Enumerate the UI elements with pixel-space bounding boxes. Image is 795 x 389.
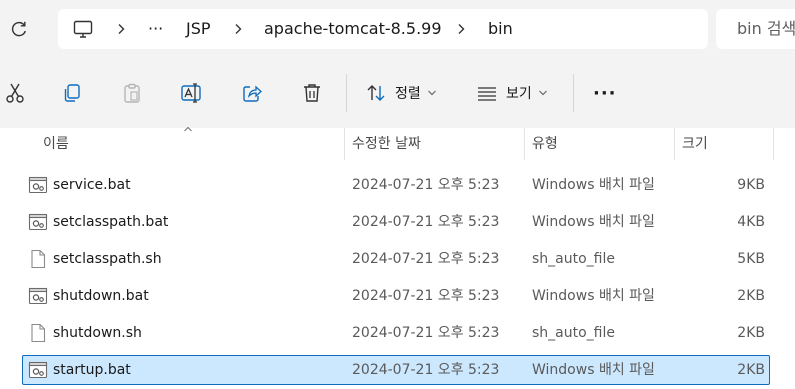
file-name: startup.bat xyxy=(53,362,131,378)
address-box[interactable]: ··· JSP apache-tomcat-8.5.99 bin xyxy=(58,9,708,49)
file-row[interactable]: setclasspath.sh 2024-07-21 오후 5:23 sh_auto… xyxy=(22,244,770,274)
chevron-right-icon xyxy=(235,24,242,34)
copy-icon xyxy=(64,84,80,102)
rename-button[interactable] xyxy=(177,78,207,108)
copy-button[interactable] xyxy=(57,78,87,108)
column-header-size[interactable]: 크기 xyxy=(682,128,708,160)
file-date-modified: 2024-07-21 오후 5:23 xyxy=(352,362,500,378)
column-header-name[interactable]: 이름 xyxy=(43,128,69,160)
file-size: 4KB xyxy=(737,214,765,230)
scissors-icon xyxy=(6,83,24,103)
column-header-row: 이름 수정한 날짜 유형 크기 xyxy=(0,126,795,160)
batch-file-icon xyxy=(28,176,48,194)
file-row[interactable]: shutdown.sh 2024-07-21 오후 5:23 sh_auto_fil… xyxy=(22,318,770,348)
breadcrumb-separator[interactable] xyxy=(116,9,126,49)
chevron-down-icon xyxy=(427,90,436,96)
file-type: Windows 배치 파일 xyxy=(532,214,655,230)
file-date-modified: 2024-07-21 오후 5:23 xyxy=(352,251,500,267)
view-button[interactable]: 보기 xyxy=(476,78,548,108)
refresh-button[interactable] xyxy=(6,16,32,42)
share-icon xyxy=(243,85,262,102)
file-size: 2KB xyxy=(737,288,765,304)
column-divider[interactable] xyxy=(773,128,774,160)
file-row[interactable]: setclasspath.bat 2024-07-21 오후 5:23 Window… xyxy=(22,207,770,237)
chevron-right-icon xyxy=(458,24,465,34)
delete-button[interactable] xyxy=(297,78,327,108)
clipboard-icon xyxy=(124,83,140,103)
file-size: 2KB xyxy=(737,325,765,341)
share-button[interactable] xyxy=(237,78,267,108)
breadcrumb-separator[interactable] xyxy=(233,9,243,49)
file-size: 2KB xyxy=(737,362,765,378)
breadcrumb-overflow[interactable]: ··· xyxy=(148,9,163,49)
more-options-button[interactable]: ··· xyxy=(593,78,617,108)
sort-ascending-icon xyxy=(184,126,192,132)
sort-icon xyxy=(367,85,385,101)
breadcrumb-separator[interactable] xyxy=(456,9,466,49)
breadcrumb-tomcat[interactable]: apache-tomcat-8.5.99 xyxy=(264,9,442,49)
sort-button[interactable]: 정렬 xyxy=(365,78,437,108)
address-bar-row: ··· JSP apache-tomcat-8.5.99 bin bin 검색 xyxy=(0,0,795,58)
this-pc-button[interactable] xyxy=(72,9,94,49)
computer-icon xyxy=(73,20,93,38)
file-size: 5KB xyxy=(737,251,765,267)
list-view-icon xyxy=(478,87,496,101)
toolbar-divider xyxy=(573,74,574,112)
chevron-right-icon xyxy=(118,24,125,34)
sort-label: 정렬 xyxy=(395,86,421,102)
file-name: shutdown.bat xyxy=(53,288,149,304)
file-name: service.bat xyxy=(53,177,131,193)
batch-file-icon xyxy=(28,213,48,231)
batch-file-icon xyxy=(28,287,48,305)
file-list: 이름 수정한 날짜 유형 크기 service.bat 2024-07-21 오후… xyxy=(0,126,795,389)
column-divider[interactable] xyxy=(344,128,345,160)
view-label: 보기 xyxy=(506,86,532,102)
chevron-down-icon xyxy=(538,90,547,96)
blank-file-icon xyxy=(31,249,46,269)
file-type: Windows 배치 파일 xyxy=(532,177,655,193)
command-bar: 정렬 보기 ··· xyxy=(0,58,795,128)
batch-file-icon xyxy=(28,361,48,379)
file-name: shutdown.sh xyxy=(53,325,142,341)
column-divider[interactable] xyxy=(524,128,525,160)
file-name: setclasspath.bat xyxy=(53,214,169,230)
blank-file-icon xyxy=(31,323,46,343)
file-row[interactable]: service.bat 2024-07-21 오후 5:23 Windows 배치 … xyxy=(22,170,770,200)
file-name: setclasspath.sh xyxy=(53,251,162,267)
file-date-modified: 2024-07-21 오후 5:23 xyxy=(352,325,500,341)
file-type: sh_auto_file xyxy=(532,251,615,267)
rename-icon xyxy=(181,83,201,103)
search-placeholder: bin 검색 xyxy=(737,19,795,38)
toolbar-divider xyxy=(346,74,347,112)
file-size: 9KB xyxy=(737,177,765,193)
file-row[interactable]: shutdown.bat 2024-07-21 오후 5:23 Windows 배치… xyxy=(22,281,770,311)
file-date-modified: 2024-07-21 오후 5:23 xyxy=(352,214,500,230)
cut-button[interactable] xyxy=(0,78,30,108)
refresh-icon xyxy=(11,21,26,37)
search-input[interactable]: bin 검색 xyxy=(716,9,795,49)
file-type: sh_auto_file xyxy=(532,325,615,341)
paste-button[interactable] xyxy=(117,78,147,108)
column-header-type[interactable]: 유형 xyxy=(532,128,558,160)
column-divider[interactable] xyxy=(674,128,675,160)
trash-icon xyxy=(304,84,320,102)
file-date-modified: 2024-07-21 오후 5:23 xyxy=(352,177,500,193)
more-icon: ··· xyxy=(593,82,617,104)
file-row[interactable]: startup.bat 2024-07-21 오후 5:23 Windows 배치 … xyxy=(22,355,770,385)
breadcrumb-jsp[interactable]: JSP xyxy=(186,9,211,49)
file-type: Windows 배치 파일 xyxy=(532,288,655,304)
column-header-date[interactable]: 수정한 날짜 xyxy=(352,128,421,160)
file-type: Windows 배치 파일 xyxy=(532,362,655,378)
breadcrumb-bin[interactable]: bin xyxy=(488,9,513,49)
file-date-modified: 2024-07-21 오후 5:23 xyxy=(352,288,500,304)
